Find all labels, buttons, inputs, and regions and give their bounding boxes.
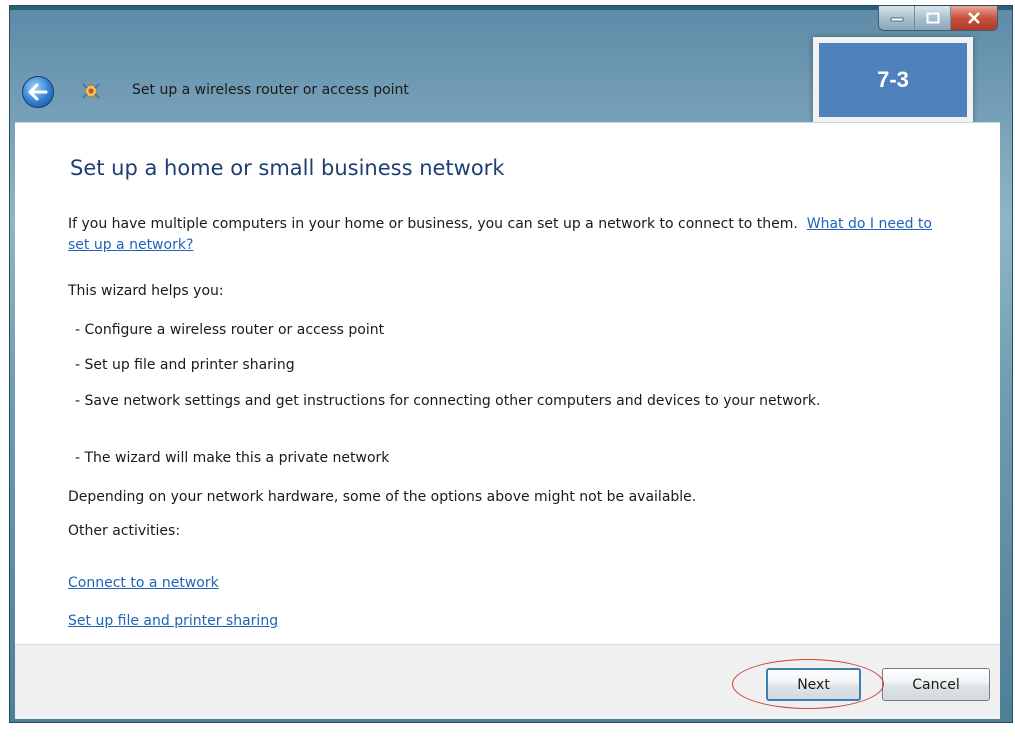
link-row: Set up file and printer sharing: [68, 611, 278, 632]
minimize-button[interactable]: [879, 6, 915, 30]
cancel-button[interactable]: Cancel: [882, 668, 990, 701]
window-title: Set up a wireless router or access point: [132, 82, 409, 98]
availability-note: Depending on your network hardware, some…: [68, 489, 697, 505]
link-row: Connect to a network: [68, 573, 219, 594]
network-wizard-icon: [78, 78, 104, 104]
close-button[interactable]: [951, 6, 997, 30]
intro-text: If you have multiple computers in your h…: [68, 216, 798, 232]
annotation-highlight: [732, 659, 884, 709]
page-heading: Set up a home or small business network: [70, 156, 505, 180]
step-badge: 7-3: [813, 37, 973, 123]
bullet-item: - The wizard will make this a private ne…: [75, 450, 390, 466]
file-printer-sharing-link[interactable]: Set up file and printer sharing: [68, 613, 278, 629]
title-bar: [10, 6, 1012, 10]
helps-label: This wizard helps you:: [68, 283, 224, 299]
intro-paragraph: If you have multiple computers in your h…: [68, 214, 948, 256]
bullet-item: - Save network settings and get instruct…: [75, 393, 821, 409]
bullet-item: - Configure a wireless router or access …: [75, 322, 385, 338]
close-icon: [968, 12, 980, 24]
back-arrow-icon: [28, 83, 48, 101]
connect-network-link[interactable]: Connect to a network: [68, 575, 219, 591]
step-badge-label: 7-3: [819, 43, 967, 117]
minimize-icon: [890, 17, 903, 22]
other-activities-label: Other activities:: [68, 523, 181, 539]
back-button[interactable]: [22, 76, 54, 108]
wizard-content: Set up a home or small business network …: [15, 122, 1000, 645]
caption-buttons: [878, 6, 998, 31]
bullet-item: - Set up file and printer sharing: [75, 357, 295, 373]
maximize-icon: [926, 12, 939, 24]
maximize-button[interactable]: [915, 6, 951, 30]
